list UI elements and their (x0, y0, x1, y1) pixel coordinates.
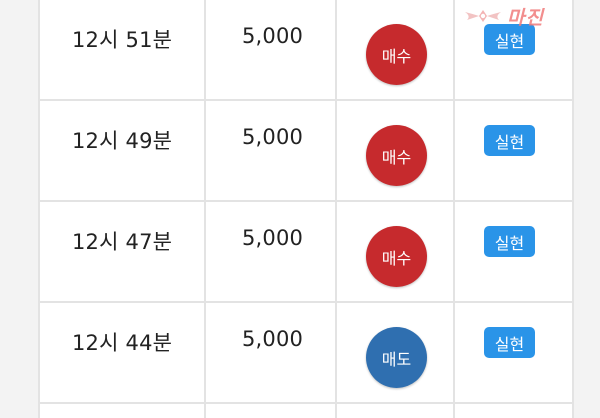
amount-cell: 5,000 (206, 303, 337, 402)
table-row: 12시 47분 5,000 매수 실현 (40, 202, 572, 303)
status-cell (455, 404, 572, 418)
trade-time: 12시 49분 (72, 129, 173, 153)
time-cell (40, 404, 206, 418)
trade-amount: 5,000 (242, 226, 304, 250)
trade-amount: 5,000 (242, 125, 304, 149)
amount-cell: 5,000 (206, 101, 337, 200)
buy-badge: 매수 (366, 125, 427, 186)
trade-time: 12시 47분 (72, 230, 173, 254)
status-badge: 실현 (484, 327, 535, 358)
side-cell: 매수 (337, 0, 455, 99)
buy-badge: 매수 (366, 226, 427, 287)
watermark-text: 마진 (507, 7, 544, 29)
amount-cell (206, 404, 337, 418)
amount-cell: 5,000 (206, 0, 337, 99)
trade-table: 12시 51분 5,000 매수 실현 12시 49분 5,000 매수 실현 … (38, 0, 574, 418)
status-badge: 실현 (484, 125, 535, 156)
status-cell: 실현 (455, 101, 572, 200)
time-cell: 12시 49분 (40, 101, 206, 200)
status-badge: 실현 (484, 226, 535, 257)
trade-amount: 5,000 (242, 24, 304, 48)
trade-time: 12시 44분 (72, 331, 173, 355)
sell-badge: 매도 (366, 327, 427, 388)
trade-amount: 5,000 (242, 327, 304, 351)
time-cell: 12시 44분 (40, 303, 206, 402)
trade-history-screen: 12시 51분 5,000 매수 실현 12시 49분 5,000 매수 실현 … (0, 0, 600, 418)
table-row: 12시 49분 5,000 매수 실현 (40, 101, 572, 202)
status-cell: 실현 (455, 303, 572, 402)
side-cell: 매도 (337, 303, 455, 402)
trade-time: 12시 51분 (72, 28, 173, 52)
table-row: 12시 44분 5,000 매도 실현 (40, 303, 572, 404)
time-cell: 12시 51분 (40, 0, 206, 99)
side-cell: 매수 (337, 101, 455, 200)
time-cell: 12시 47분 (40, 202, 206, 301)
table-row-partial (40, 404, 572, 418)
watermark-logo: 마진 (463, 2, 600, 36)
amount-cell: 5,000 (206, 202, 337, 301)
side-cell (337, 404, 455, 418)
status-cell: 실현 (455, 202, 572, 301)
side-cell: 매수 (337, 202, 455, 301)
wing-emblem-icon (465, 10, 501, 22)
buy-badge: 매수 (366, 24, 427, 85)
